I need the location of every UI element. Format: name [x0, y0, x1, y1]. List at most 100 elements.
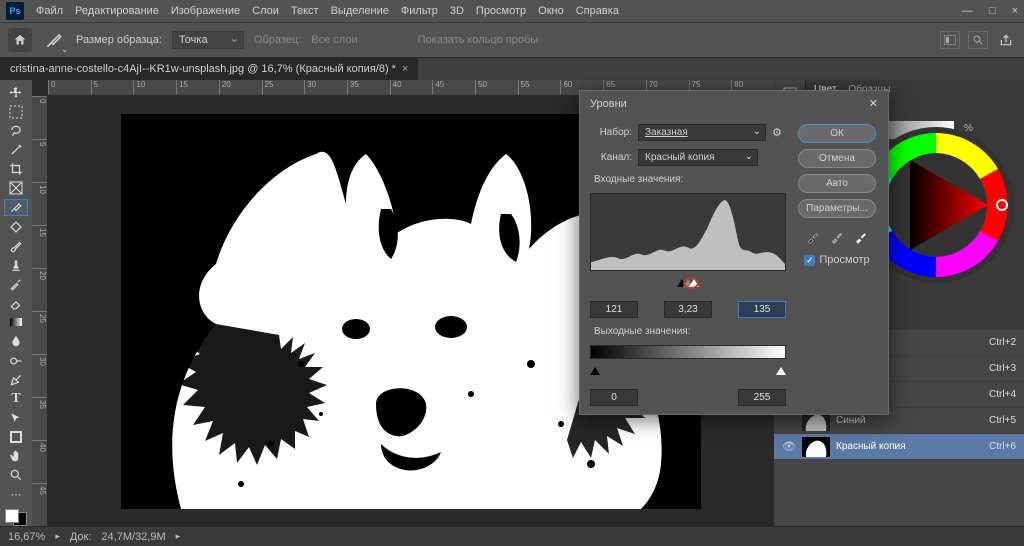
- output-white-slider[interactable]: [776, 367, 786, 375]
- histogram: [590, 193, 786, 271]
- channel-name: Синий: [836, 415, 983, 426]
- show-ring-label: Показать кольцо пробы: [418, 34, 539, 46]
- output-black-input[interactable]: [590, 389, 638, 406]
- gear-icon[interactable]: ⚙: [772, 126, 786, 139]
- blur-tool[interactable]: [4, 333, 28, 350]
- channel-name: Красный копия: [836, 441, 983, 452]
- menu-view[interactable]: Просмотр: [476, 5, 526, 17]
- menu-filter[interactable]: Фильтр: [401, 5, 438, 17]
- workspace-switcher[interactable]: [940, 31, 960, 49]
- document-tab[interactable]: cristina-anne-costello-c4AjI--KR1w-unspl…: [0, 58, 418, 80]
- hand-tool[interactable]: [4, 448, 28, 465]
- close-icon[interactable]: ✕: [869, 97, 878, 110]
- preview-checkbox-row[interactable]: ✓ Просмотр: [804, 254, 869, 266]
- menu-edit[interactable]: Редактирование: [75, 5, 159, 17]
- output-values-label: Выходные значения:: [594, 326, 786, 337]
- eraser-tool[interactable]: [4, 295, 28, 312]
- stamp-tool[interactable]: [4, 256, 28, 273]
- auto-button[interactable]: Авто: [798, 174, 876, 193]
- levels-dialog: Уровни ✕ Набор: Заказная ⚙ Канал: Красны…: [579, 90, 889, 415]
- highlight-slider[interactable]: [689, 279, 699, 287]
- history-brush-tool[interactable]: [4, 276, 28, 293]
- status-bar: 16,67% ▸ Док: 24,7M/32,9M ▸: [0, 526, 1024, 546]
- menu-window[interactable]: Окно: [538, 5, 564, 17]
- path-tool[interactable]: [4, 409, 28, 426]
- channel-shortcut: Ctrl+6: [989, 441, 1016, 452]
- input-values-label: Входные значения:: [594, 174, 786, 185]
- options-button[interactable]: Параметры...: [798, 199, 876, 218]
- channel-shortcut: Ctrl+4: [989, 389, 1016, 400]
- black-eyedropper-icon[interactable]: [804, 228, 822, 246]
- menu-3d[interactable]: 3D: [450, 5, 464, 17]
- home-button[interactable]: [8, 28, 32, 52]
- type-tool[interactable]: T: [4, 390, 28, 407]
- menu-type[interactable]: Текст: [291, 5, 319, 17]
- document-tab-title: cristina-anne-costello-c4AjI--KR1w-unspl…: [10, 63, 396, 75]
- channel-shortcut: Ctrl+2: [989, 337, 1016, 348]
- color-swatches[interactable]: [5, 509, 27, 526]
- visibility-icon[interactable]: 👁: [782, 440, 796, 453]
- window-controls: — □ ×: [962, 5, 1018, 17]
- channel-label: Канал:: [590, 152, 632, 163]
- checkbox-icon[interactable]: ✓: [804, 255, 815, 266]
- white-eyedropper-icon[interactable]: [852, 228, 870, 246]
- preset-label: Набор:: [590, 127, 632, 138]
- channel-row[interactable]: 👁 Красный копия Ctrl+6: [774, 434, 1024, 460]
- pen-tool[interactable]: [4, 371, 28, 388]
- menu-select[interactable]: Выделение: [331, 5, 389, 17]
- shadow-input[interactable]: [590, 301, 638, 318]
- output-gradient: [590, 345, 786, 359]
- menu-help[interactable]: Справка: [576, 5, 619, 17]
- sample-label: Образец:: [254, 34, 301, 46]
- ruler-vertical[interactable]: 051015202530354045: [32, 96, 48, 526]
- output-white-input[interactable]: [738, 389, 786, 406]
- preview-label: Просмотр: [819, 254, 869, 266]
- zoom-tool[interactable]: [4, 467, 28, 484]
- eyedropper-group: [804, 228, 870, 246]
- highlight-input[interactable]: [738, 301, 786, 318]
- gray-eyedropper-icon[interactable]: [828, 228, 846, 246]
- close-icon[interactable]: ×: [402, 63, 408, 75]
- wand-tool[interactable]: [4, 141, 28, 158]
- sample-value: Все слои: [311, 34, 357, 46]
- output-black-slider[interactable]: [590, 367, 600, 375]
- share-icon[interactable]: [996, 31, 1016, 49]
- gamma-input[interactable]: [664, 301, 712, 318]
- healing-tool[interactable]: [4, 218, 28, 235]
- lasso-tool[interactable]: [4, 122, 28, 139]
- menu-image[interactable]: Изображение: [171, 5, 240, 17]
- channel-shortcut: Ctrl+3: [989, 363, 1016, 374]
- move-tool[interactable]: [4, 84, 28, 101]
- eyedropper-tool[interactable]: [4, 199, 28, 217]
- shape-tool[interactable]: [4, 428, 28, 445]
- levels-titlebar[interactable]: Уровни ✕: [580, 91, 888, 116]
- menu-file[interactable]: Файл: [36, 5, 63, 17]
- close-button[interactable]: ×: [1012, 5, 1018, 17]
- brush-tool[interactable]: [4, 237, 28, 254]
- ok-button[interactable]: ОК: [798, 124, 876, 143]
- tools-panel: T ⋯: [0, 80, 32, 526]
- levels-title: Уровни: [590, 98, 627, 110]
- sample-size-select[interactable]: Точка: [172, 31, 244, 49]
- menu-layers[interactable]: Слои: [252, 5, 279, 17]
- input-slider[interactable]: [590, 279, 786, 293]
- maximize-button[interactable]: □: [989, 5, 996, 17]
- tool-preset-picker[interactable]: ⌄: [42, 28, 66, 52]
- channel-thumbnail: [802, 437, 830, 457]
- crop-tool[interactable]: [4, 160, 28, 177]
- cancel-button[interactable]: Отмена: [798, 149, 876, 168]
- marquee-tool[interactable]: [4, 103, 28, 120]
- output-slider[interactable]: [590, 367, 786, 381]
- minimize-button[interactable]: —: [962, 5, 973, 17]
- edit-toolbar[interactable]: ⋯: [4, 486, 28, 503]
- dodge-tool[interactable]: [4, 352, 28, 369]
- search-icon[interactable]: [968, 31, 988, 49]
- zoom-level[interactable]: 16,67%: [8, 531, 45, 543]
- channel-shortcut: Ctrl+5: [989, 415, 1016, 426]
- preset-select[interactable]: Заказная: [638, 124, 766, 141]
- gradient-tool[interactable]: [4, 314, 28, 331]
- doc-size-label: Док:: [70, 531, 92, 543]
- frame-tool[interactable]: [4, 180, 28, 197]
- doc-size-value: 24,7M/32,9M: [101, 531, 165, 543]
- channel-select[interactable]: Красный копия: [638, 149, 758, 166]
